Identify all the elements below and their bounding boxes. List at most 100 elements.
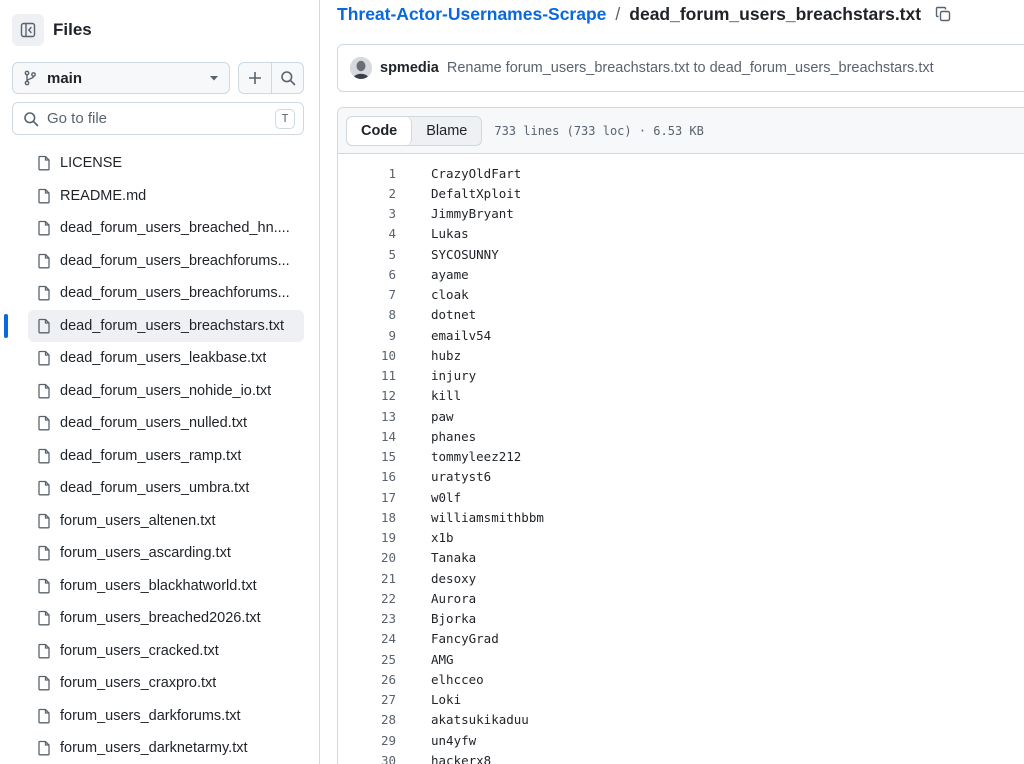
- file-tree-item[interactable]: dead_forum_users_nohide_io.txt: [28, 375, 304, 408]
- line-number[interactable]: 7: [338, 287, 396, 302]
- tab-code[interactable]: Code: [347, 116, 413, 145]
- file-icon: [38, 286, 50, 301]
- file-tree-item[interactable]: dead_forum_users_ramp.txt: [28, 440, 304, 473]
- code-line: 7 cloak: [338, 285, 1024, 305]
- breadcrumb-repo-link[interactable]: Threat-Actor-Usernames-Scrape: [337, 4, 606, 25]
- line-number[interactable]: 15: [338, 449, 396, 464]
- line-number[interactable]: 28: [338, 712, 396, 727]
- line-number[interactable]: 3: [338, 206, 396, 221]
- collapse-sidebar-button[interactable]: [12, 14, 44, 46]
- code-line: 14 phanes: [338, 426, 1024, 446]
- file-tree-item[interactable]: dead_forum_users_leakbase.txt: [28, 342, 304, 375]
- line-number[interactable]: 13: [338, 409, 396, 424]
- line-number[interactable]: 27: [338, 692, 396, 707]
- file-tree-sidebar: Files main Go to file T LICENSE README.m…: [0, 0, 320, 764]
- line-number[interactable]: 25: [338, 652, 396, 667]
- line-number[interactable]: 14: [338, 429, 396, 444]
- file-icon: [38, 481, 50, 496]
- line-number[interactable]: 1: [338, 166, 396, 181]
- line-number[interactable]: 23: [338, 611, 396, 626]
- line-number[interactable]: 8: [338, 307, 396, 322]
- line-number[interactable]: 6: [338, 267, 396, 282]
- line-text: SYCOSUNNY: [431, 246, 499, 262]
- file-tree-item[interactable]: dead_forum_users_nulled.txt: [28, 407, 304, 440]
- file-tree-item-name: dead_forum_users_breachforums...: [60, 252, 290, 269]
- line-number[interactable]: 21: [338, 571, 396, 586]
- file-tree-item[interactable]: forum_users_blackhatworld.txt: [28, 570, 304, 603]
- file-tree-item[interactable]: forum_users_ascarding.txt: [28, 537, 304, 570]
- file-tree-item[interactable]: forum_users_darkforums.txt: [28, 700, 304, 733]
- user-avatar-icon: [350, 57, 372, 79]
- copy-path-button[interactable]: [931, 2, 955, 26]
- file-icon: [38, 741, 50, 756]
- line-text: FancyGrad: [431, 631, 499, 647]
- line-text: desoxy: [431, 570, 477, 586]
- file-tree-item-name: dead_forum_users_breached_hn....: [60, 220, 290, 237]
- code-line: 4 Lukas: [338, 224, 1024, 244]
- code-line: 30 hackerx8: [338, 750, 1024, 764]
- file-tree-item[interactable]: forum_users_altenen.txt: [28, 505, 304, 538]
- file-tree-item[interactable]: forum_users_craxpro.txt: [28, 667, 304, 700]
- line-number[interactable]: 24: [338, 631, 396, 646]
- file-tree-item[interactable]: dead_forum_users_breached_hn....: [28, 212, 304, 245]
- line-text: tommyleez212: [431, 449, 522, 465]
- line-number[interactable]: 2: [338, 186, 396, 201]
- line-number[interactable]: 18: [338, 510, 396, 525]
- file-tree-item[interactable]: LICENSE: [28, 147, 304, 180]
- go-to-file-input[interactable]: Go to file T: [12, 102, 304, 135]
- branch-selector-button[interactable]: main: [12, 62, 230, 94]
- line-number[interactable]: 26: [338, 672, 396, 687]
- file-tree-item[interactable]: README.md: [28, 180, 304, 213]
- file-tree-item[interactable]: forum_users_cracked.txt: [28, 635, 304, 668]
- code-line: 13 paw: [338, 406, 1024, 426]
- file-tree-item[interactable]: forum_users_darknetarmy.txt: [28, 732, 304, 764]
- git-branch-icon: [24, 70, 36, 86]
- line-number[interactable]: 16: [338, 469, 396, 484]
- file-tree-item-name: dead_forum_users_breachstars.txt: [60, 317, 285, 334]
- branch-name: main: [47, 69, 83, 87]
- commit-author-link[interactable]: spmedia: [380, 60, 439, 76]
- line-number[interactable]: 30: [338, 753, 396, 764]
- file-icon: [38, 448, 50, 464]
- code-line: 6 ayame: [338, 264, 1024, 284]
- tree-actions: [238, 62, 304, 94]
- code-line: 3 JimmyBryant: [338, 204, 1024, 224]
- line-number[interactable]: 4: [338, 226, 396, 241]
- latest-commit-bar: spmedia Rename forum_users_breachstars.t…: [337, 44, 1024, 92]
- file-content-box: Code Blame 733 lines (733 loc) · 6.53 KB…: [337, 107, 1024, 764]
- line-number[interactable]: 9: [338, 328, 396, 343]
- file-tree-item-name: forum_users_darknetarmy.txt: [60, 740, 248, 757]
- tab-blame[interactable]: Blame: [412, 117, 481, 145]
- line-text: paw: [431, 408, 454, 424]
- line-number[interactable]: 19: [338, 530, 396, 545]
- file-icon: [38, 351, 50, 366]
- code-line: 9 emailv54: [338, 325, 1024, 345]
- line-number[interactable]: 22: [338, 591, 396, 606]
- line-number[interactable]: 29: [338, 733, 396, 748]
- commit-message-link[interactable]: Rename forum_users_breachstars.txt to de…: [447, 60, 934, 76]
- file-tree-item[interactable]: dead_forum_users_breachforums...: [28, 277, 304, 310]
- file-tree-item[interactable]: dead_forum_users_breachforums...: [28, 245, 304, 278]
- line-number[interactable]: 11: [338, 368, 396, 383]
- add-file-button[interactable]: [239, 63, 271, 93]
- file-tree-item-name: README.md: [60, 187, 147, 204]
- line-number[interactable]: 20: [338, 550, 396, 565]
- line-number[interactable]: 10: [338, 348, 396, 363]
- avatar[interactable]: [350, 57, 372, 79]
- file-tree-item[interactable]: dead_forum_users_breachstars.txt: [4, 309, 304, 342]
- file-icon: [38, 253, 50, 269]
- file-stats: 733 lines (733 loc) · 6.53 KB: [494, 123, 704, 138]
- file-icon: [38, 156, 50, 171]
- search-code-button[interactable]: [271, 63, 303, 93]
- line-number[interactable]: 17: [338, 490, 396, 505]
- line-text: AMG: [431, 651, 454, 667]
- file-tree-item-name: dead_forum_users_umbra.txt: [60, 480, 250, 497]
- code-line: 11 injury: [338, 366, 1024, 386]
- line-number[interactable]: 5: [338, 247, 396, 262]
- file-tree-item[interactable]: dead_forum_users_umbra.txt: [28, 472, 304, 505]
- line-number[interactable]: 12: [338, 388, 396, 403]
- sidebar-header: Files: [12, 12, 92, 48]
- code-line: 1 CrazyOldFart: [338, 163, 1024, 183]
- line-text: injury: [431, 368, 477, 384]
- file-tree-item[interactable]: forum_users_breached2026.txt: [28, 602, 304, 635]
